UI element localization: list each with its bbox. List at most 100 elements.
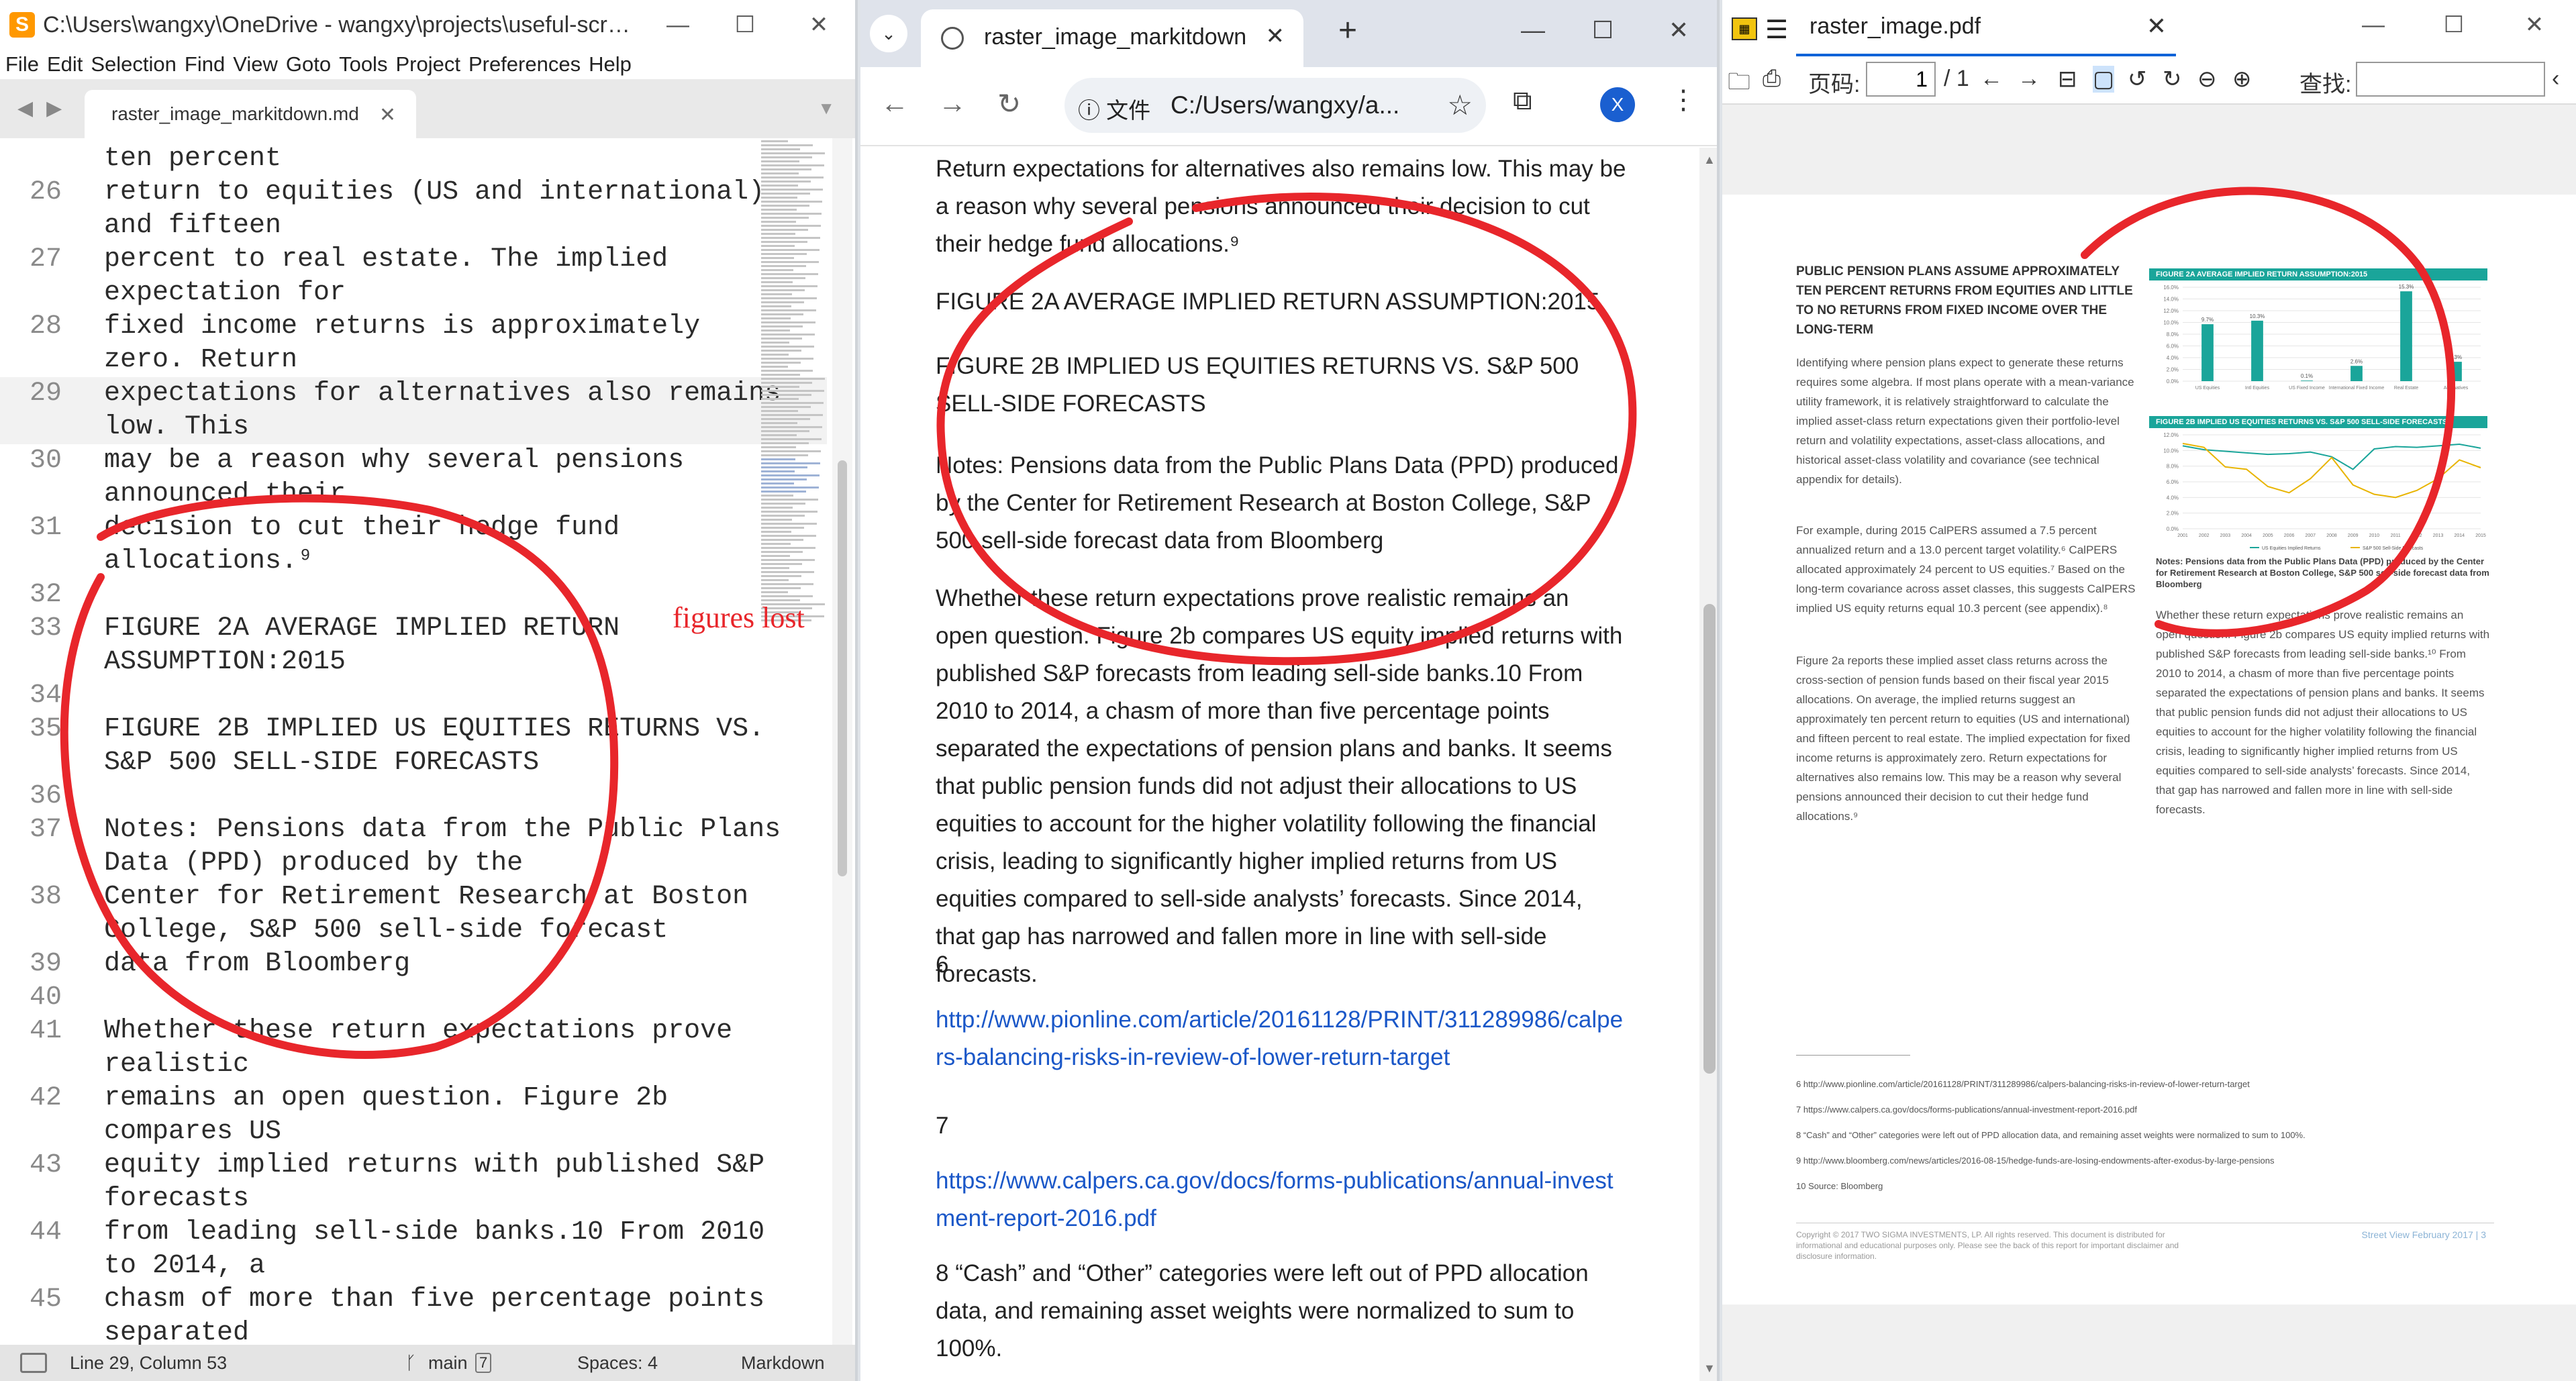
address-url[interactable]: C:/Users/wangxy/a...	[1171, 91, 1452, 119]
tab-close-icon[interactable]: ✕	[379, 103, 396, 127]
footnote-link[interactable]: http://www.pionline.com/article/20161128…	[936, 1001, 1627, 1076]
menu-goto[interactable]: Goto	[286, 52, 331, 76]
menu-view[interactable]: View	[233, 52, 278, 76]
code-line[interactable]: realistic	[0, 1048, 827, 1082]
menu-preferences[interactable]: Preferences	[468, 52, 581, 76]
code-line[interactable]: Data (PPD) produced by the	[0, 847, 827, 880]
find-input[interactable]	[2356, 62, 2545, 97]
tab-dropdown-icon[interactable]: ▼	[818, 98, 835, 119]
indentation[interactable]: Spaces: 4	[577, 1353, 658, 1374]
rotate-left-icon[interactable]: ↺	[2128, 66, 2147, 93]
open-folder-icon[interactable]: 🗀	[1728, 66, 1750, 104]
prev-page-icon[interactable]: ←	[1980, 66, 2003, 92]
code-line[interactable]: 35 FIGURE 2B IMPLIED US EQUITIES RETURNS …	[0, 713, 827, 746]
next-page-icon[interactable]: →	[2018, 66, 2040, 92]
code-line[interactable]: 28 fixed income returns is approximately	[0, 310, 827, 344]
code-line[interactable]: 31 decision to cut their hedge fund	[0, 511, 827, 545]
code-line[interactable]: 42 remains an open question. Figure 2b	[0, 1082, 827, 1115]
tab-search-icon[interactable]: ⌄	[870, 15, 907, 52]
minimize-icon[interactable]: —	[2340, 0, 2407, 50]
page-number-input[interactable]: 1	[1866, 62, 1936, 97]
editor-text-area[interactable]: separated 45 chasm of more than five perce…	[0, 138, 827, 1345]
code-line[interactable]: expectation for	[0, 276, 827, 310]
scroll-down-icon[interactable]: ▼	[1703, 1362, 1716, 1376]
editor-tab[interactable]: raster_image_markitdown.md ✕	[85, 90, 416, 138]
browser-scrollbar[interactable]: ▲ ▼	[1699, 148, 1717, 1381]
cursor-position[interactable]: Line 29, Column 53	[70, 1353, 227, 1374]
site-info-chip[interactable]: ⓘ 文件	[1078, 93, 1150, 125]
code-line[interactable]: and fifteen	[0, 209, 827, 243]
minimize-icon[interactable]: —	[644, 0, 711, 50]
code-line[interactable]: 44 from leading sell-side banks.10 From 2…	[0, 1216, 827, 1249]
code-line[interactable]: forecasts	[0, 1182, 827, 1216]
code-line[interactable]: 39 data from Bloomberg	[0, 948, 827, 981]
zoom-in-icon[interactable]: ⊕	[2232, 66, 2252, 93]
code-line[interactable]: 30 may be a reason why several pensions	[0, 444, 827, 478]
code-line[interactable]: 27 percent to real estate. The implied	[0, 243, 827, 276]
code-line[interactable]: separated	[0, 1317, 827, 1345]
footnote-link-text[interactable]: http://www.pionline.com/article/20161128…	[936, 1007, 1623, 1070]
footnote-link-text[interactable]: https://www.calpers.ca.gov/docs/forms-pu…	[936, 1168, 1614, 1231]
menu-tools[interactable]: Tools	[339, 52, 387, 76]
code-line[interactable]: ASSUMPTION:2015	[0, 646, 827, 679]
footnote-link[interactable]: https://www.calpers.ca.gov/docs/forms-pu…	[936, 1162, 1627, 1237]
editor-scrollbar[interactable]	[832, 138, 852, 1345]
maximize-icon[interactable]: ☐	[711, 0, 779, 50]
code-line[interactable]: compares US	[0, 1115, 827, 1149]
minimap[interactable]	[761, 138, 826, 648]
panel-toggle-icon[interactable]	[20, 1353, 47, 1373]
print-icon[interactable]: ⎙	[1763, 66, 1781, 92]
code-line[interactable]: ten percent	[0, 142, 827, 176]
close-icon[interactable]: ✕	[1669, 16, 1689, 44]
minimize-icon[interactable]: —	[1521, 16, 1545, 44]
fit-page-icon[interactable]: ⊟	[2058, 66, 2077, 93]
find-prev-icon[interactable]: ‹	[2552, 66, 2559, 92]
code-line[interactable]: 29 expectations for alternatives also rem…	[0, 377, 827, 411]
fit-width-icon[interactable]: ▢	[2093, 66, 2115, 93]
code-line[interactable]: to 2014, a	[0, 1249, 827, 1283]
code-line[interactable]: 41 Whether these return expectations prov…	[0, 1015, 827, 1048]
syntax-mode[interactable]: Markdown	[741, 1353, 825, 1374]
rotate-right-icon[interactable]: ↻	[2163, 66, 2182, 93]
code-line[interactable]: 34	[0, 679, 827, 713]
menu-project[interactable]: Project	[395, 52, 460, 76]
profile-avatar[interactable]: X	[1600, 87, 1635, 122]
code-line[interactable]: 40	[0, 981, 827, 1015]
zoom-out-icon[interactable]: ⊖	[2197, 66, 2217, 93]
code-line[interactable]: announced their	[0, 478, 827, 511]
reload-icon[interactable]: ↻	[997, 87, 1021, 120]
pdf-tab-close-icon[interactable]: ✕	[2146, 12, 2167, 40]
back-icon[interactable]: ←	[881, 87, 909, 119]
browser-tab[interactable]: raster_image_markitdown ✕	[921, 9, 1303, 67]
close-icon[interactable]: ✕	[785, 0, 852, 50]
maximize-icon[interactable]: ☐	[2420, 0, 2487, 50]
new-tab-icon[interactable]: +	[1338, 12, 1357, 49]
more-menu-icon[interactable]: ⋮	[1670, 85, 1697, 115]
menu-edit[interactable]: Edit	[47, 52, 83, 76]
forward-icon[interactable]: →	[938, 87, 967, 119]
git-branch[interactable]: main	[428, 1353, 468, 1374]
code-line[interactable]: 43 equity implied returns with published …	[0, 1149, 827, 1182]
code-line[interactable]: College, S&P 500 sell-side forecast	[0, 914, 827, 948]
code-line[interactable]: 26 return to equities (US and internation…	[0, 176, 827, 209]
pdf-tab[interactable]: raster_image.pdf ✕	[1796, 0, 2176, 56]
scroll-up-icon[interactable]: ▲	[1703, 153, 1716, 167]
code-line[interactable]: allocations.⁹	[0, 545, 827, 578]
browser-scrollbar-thumb[interactable]	[1703, 604, 1716, 1074]
maximize-icon[interactable]: ☐	[1592, 16, 1614, 44]
tab-nav-arrows-icon[interactable]: ◀▶	[17, 97, 75, 120]
code-line[interactable]: 45 chasm of more than five percentage poi…	[0, 1283, 827, 1317]
address-bar[interactable]: ⓘ 文件 C:/Users/wangxy/a... ☆	[1064, 78, 1486, 133]
code-line[interactable]: 38 Center for Retirement Research at Bost…	[0, 880, 827, 914]
browser-tab-close-icon[interactable]: ✕	[1266, 23, 1285, 50]
editor-scrollbar-thumb[interactable]	[838, 460, 847, 876]
hamburger-menu-icon[interactable]: ☰	[1765, 15, 1788, 45]
extensions-icon[interactable]: ⧉	[1513, 86, 1532, 116]
menu-find[interactable]: Find	[185, 52, 225, 76]
menu-file[interactable]: File	[5, 52, 39, 76]
code-line[interactable]: low. This	[0, 411, 827, 444]
bookmark-star-icon[interactable]: ☆	[1447, 89, 1473, 121]
menu-help[interactable]: Help	[589, 52, 632, 76]
code-line[interactable]: 37 Notes: Pensions data from the Public P…	[0, 813, 827, 847]
code-line[interactable]: S&P 500 SELL-SIDE FORECASTS	[0, 746, 827, 780]
